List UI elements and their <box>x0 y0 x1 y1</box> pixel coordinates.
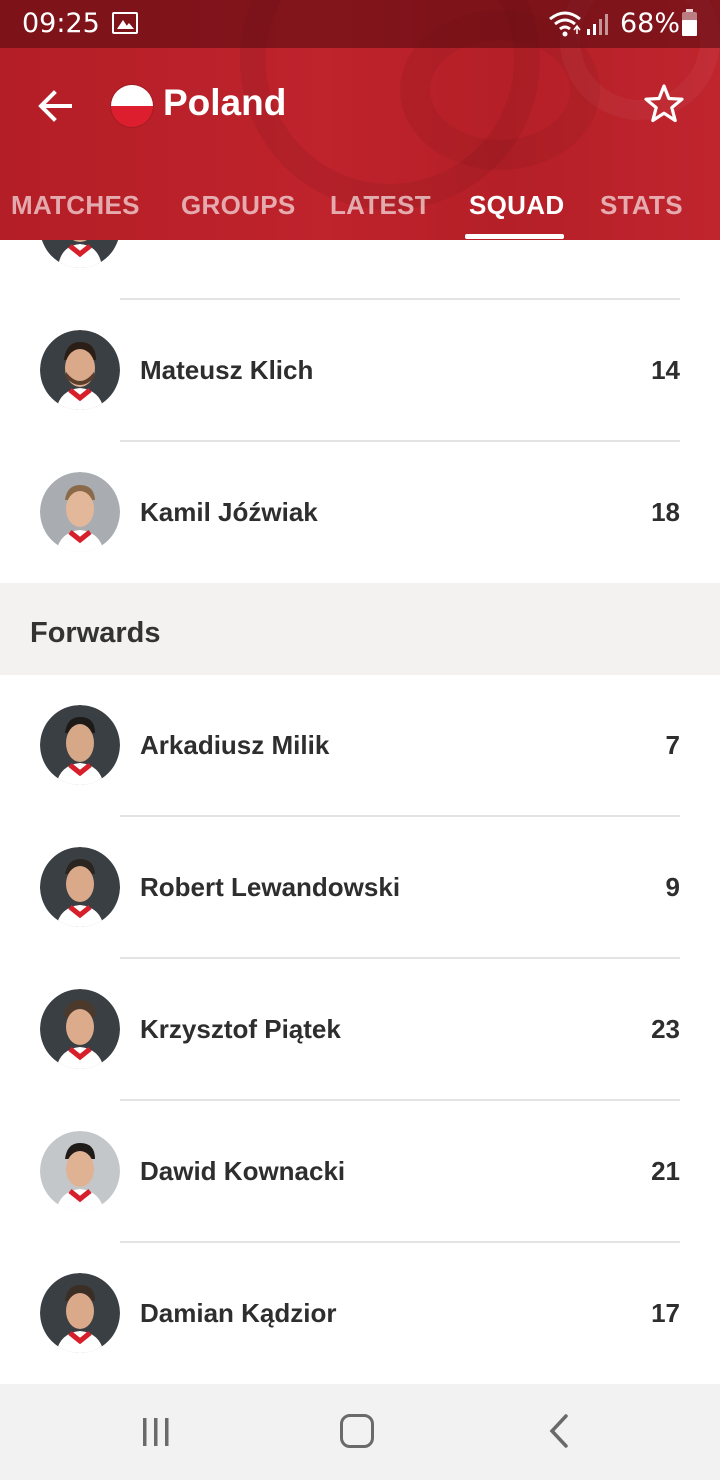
back-icon[interactable] <box>544 1412 574 1450</box>
list-item[interactable]: Krzysztof Piątek 23 <box>0 959 720 1101</box>
player-avatar <box>40 1273 120 1353</box>
tab-bar: MATCHES GROUPS LATEST SQUAD STATS <box>0 164 720 240</box>
tab-matches[interactable]: MATCHES <box>11 190 140 221</box>
squad-list[interactable]: Mateusz Klich 14 Kamil Jóźwiak 18 Forwar… <box>0 240 720 1384</box>
tab-stats[interactable]: STATS <box>600 190 683 221</box>
player-avatar <box>40 240 120 268</box>
signal-icon <box>587 14 608 35</box>
player-number: 23 <box>651 1014 680 1044</box>
status-time: 09:25 <box>22 8 100 39</box>
player-number: 9 <box>665 872 680 902</box>
player-name: Damian Kądzior <box>140 1298 337 1328</box>
poland-flag-icon <box>111 85 153 127</box>
wifi-icon <box>549 11 581 37</box>
list-item[interactable]: Damian Kądzior 17 <box>0 1243 720 1384</box>
player-name: Arkadiusz Milik <box>140 730 330 760</box>
system-nav-bar <box>0 1384 720 1480</box>
page-title: Poland <box>163 82 287 123</box>
list-item[interactable]: Dawid Kownacki 21 <box>0 1101 720 1243</box>
player-avatar <box>40 989 120 1069</box>
player-number: 14 <box>651 355 680 385</box>
star-outline-icon[interactable] <box>642 82 686 126</box>
arrow-left-icon[interactable] <box>28 78 84 134</box>
section-header-forwards: Forwards <box>0 583 720 675</box>
home-icon[interactable] <box>340 1414 374 1448</box>
player-number: 21 <box>651 1156 680 1186</box>
player-name: Krzysztof Piątek <box>140 1014 341 1044</box>
status-bar: 09:25 68% <box>0 0 720 48</box>
list-item[interactable]: Arkadiusz Milik 7 <box>0 675 720 817</box>
app-header: 09:25 68% Poland MATCHES GROUPS LATEST S… <box>0 0 720 240</box>
recent-apps-icon[interactable] <box>140 1416 172 1448</box>
player-number: 7 <box>665 730 680 760</box>
player-avatar <box>40 1131 120 1211</box>
tab-groups[interactable]: GROUPS <box>181 190 295 221</box>
active-tab-indicator <box>465 234 564 239</box>
section-title: Forwards <box>30 617 161 649</box>
image-icon <box>112 12 138 34</box>
tab-latest[interactable]: LATEST <box>330 190 431 221</box>
player-name: Kamil Jóźwiak <box>140 497 318 527</box>
battery-percent: 68% <box>620 8 681 39</box>
player-avatar <box>40 705 120 785</box>
player-number: 18 <box>651 497 680 527</box>
player-number: 17 <box>651 1298 680 1328</box>
list-item[interactable]: Kamil Jóźwiak 18 <box>0 442 720 584</box>
list-item[interactable]: Mateusz Klich 14 <box>0 300 720 442</box>
player-name: Dawid Kownacki <box>140 1156 346 1186</box>
player-avatar <box>40 330 120 410</box>
tab-squad[interactable]: SQUAD <box>469 190 564 221</box>
player-avatar <box>40 472 120 552</box>
player-name: Mateusz Klich <box>140 355 314 385</box>
player-avatar <box>40 847 120 927</box>
player-name: Robert Lewandowski <box>140 872 401 902</box>
battery-icon <box>682 9 697 36</box>
list-item[interactable] <box>0 240 720 300</box>
list-item[interactable]: Robert Lewandowski 9 <box>0 817 720 959</box>
app-bar: Poland <box>0 48 720 164</box>
